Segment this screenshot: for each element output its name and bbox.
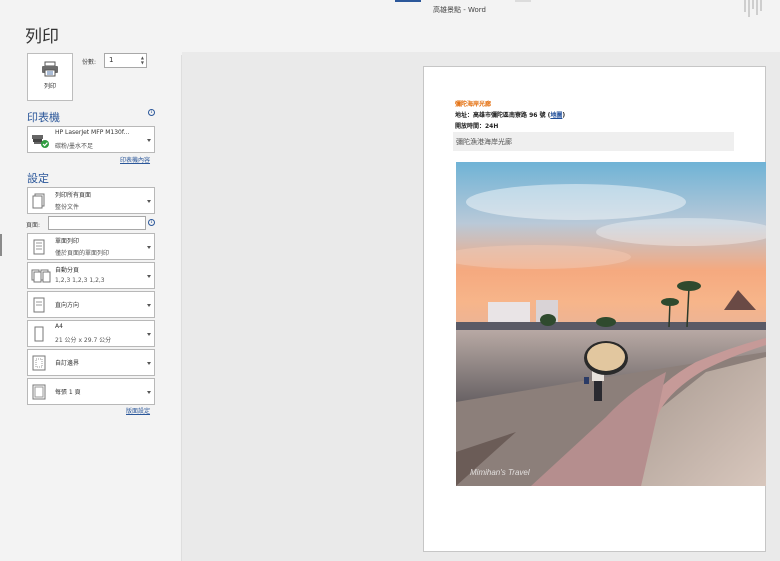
printer-properties-link[interactable]: 印表機內容 xyxy=(120,155,150,164)
pages-input[interactable] xyxy=(48,216,146,230)
decorative-lines-icon xyxy=(744,0,762,17)
printer-name: HP LaserJet MFP M130f... xyxy=(55,129,130,136)
page-title: 列印 xyxy=(25,27,59,47)
address-text: 地址：高雄市彌陀區南寮路 96 號 ( xyxy=(455,112,551,119)
printer-dropdown[interactable]: HP LaserJet MFP M130f... 碳粉/墨水不足 xyxy=(27,126,155,153)
copies-spinner[interactable]: ▲ ▼ xyxy=(141,55,144,65)
pages-per-sheet-dropdown[interactable]: 每張 1 頁 xyxy=(27,378,155,405)
chevron-down-icon xyxy=(147,139,151,142)
photo-watermark: Mimihan's Travel xyxy=(470,468,530,477)
chevron-down-icon xyxy=(147,275,151,278)
page-setup-link[interactable]: 版面設定 xyxy=(126,406,150,415)
window-title: 高雄景點 - Word xyxy=(433,6,486,14)
document-address: 地址：高雄市彌陀區南寮路 96 號 (地圖) xyxy=(455,110,565,119)
title-bar: 高雄景點 - Word xyxy=(0,0,780,20)
address-suffix: ) xyxy=(562,112,566,119)
printer-status: 碳粉/墨水不足 xyxy=(55,143,94,150)
collate-icon xyxy=(31,269,51,283)
chevron-down-icon xyxy=(147,200,151,203)
portrait-icon xyxy=(33,297,45,313)
chevron-down-icon xyxy=(147,362,151,365)
print-range-label: 列印所有頁面 xyxy=(55,192,92,199)
inactive-tab-indicator xyxy=(515,0,531,2)
active-tab-indicator xyxy=(395,0,421,2)
print-button-label: 列印 xyxy=(43,83,56,90)
preview-page: 彌陀海岸光廊 地址：高雄市彌陀區南寮路 96 號 (地圖) 開放時間：24H 彌… xyxy=(423,66,766,552)
margins-dropdown[interactable]: 自訂邊界 xyxy=(27,349,155,376)
sides-detail: 僅於頁面的單面列印 xyxy=(55,250,110,257)
orientation-dropdown[interactable]: 直向方向 xyxy=(27,291,155,318)
print-range-detail: 整份文件 xyxy=(55,204,80,211)
paper-size-label: A4 xyxy=(55,323,63,330)
scroll-indicator xyxy=(0,234,2,256)
copies-input[interactable]: 1 ▲ ▼ xyxy=(104,53,147,68)
copies-label: 份數: xyxy=(82,59,97,66)
pages-per-sheet-label: 每張 1 頁 xyxy=(55,389,81,396)
settings-heading: 設定 xyxy=(27,172,49,185)
printer-heading: 印表機 xyxy=(27,111,60,124)
collate-detail: 1,2,3 1,2,3 1,2,3 xyxy=(55,277,105,284)
sides-dropdown[interactable]: 單面列印 僅於頁面的單面列印 xyxy=(27,233,155,260)
map-link[interactable]: 地圖 xyxy=(550,112,562,119)
printer-icon xyxy=(42,61,58,77)
chevron-down-icon xyxy=(147,333,151,336)
document-heading: 彌陀海岸光廊 xyxy=(455,101,492,108)
collate-label: 自動分頁 xyxy=(55,267,80,274)
paper-size-dropdown[interactable]: A4 21 公分 x 29.7 公分 xyxy=(27,320,155,347)
copies-value: 1 xyxy=(109,56,114,64)
photo-caption: 彌陀漁港海岸光廊 xyxy=(456,138,512,146)
sides-label: 單面列印 xyxy=(55,238,80,245)
orientation-label: 直向方向 xyxy=(55,302,80,309)
chevron-down-icon xyxy=(147,246,151,249)
chevron-down-icon xyxy=(147,391,151,394)
collate-dropdown[interactable]: 自動分頁 1,2,3 1,2,3 1,2,3 xyxy=(27,262,155,289)
pages-icon xyxy=(32,193,45,209)
margins-icon xyxy=(32,355,46,371)
one-sided-icon xyxy=(33,239,45,255)
print-range-dropdown[interactable]: 列印所有頁面 整份文件 xyxy=(27,187,155,214)
margins-label: 自訂邊界 xyxy=(55,360,80,367)
document-photo: Mimihan's Travel xyxy=(456,162,766,486)
pages-per-sheet-icon xyxy=(32,384,46,400)
print-button[interactable]: 列印 xyxy=(27,53,73,101)
paper-size-icon xyxy=(34,326,44,342)
chevron-down-icon xyxy=(147,304,151,307)
printer-ready-icon xyxy=(32,135,49,148)
paper-size-detail: 21 公分 x 29.7 公分 xyxy=(55,337,112,344)
info-icon[interactable]: i xyxy=(148,109,155,116)
pages-label: 頁面: xyxy=(26,222,41,229)
document-hours: 開放時間：24H xyxy=(455,123,499,130)
info-icon[interactable]: i xyxy=(148,219,155,226)
